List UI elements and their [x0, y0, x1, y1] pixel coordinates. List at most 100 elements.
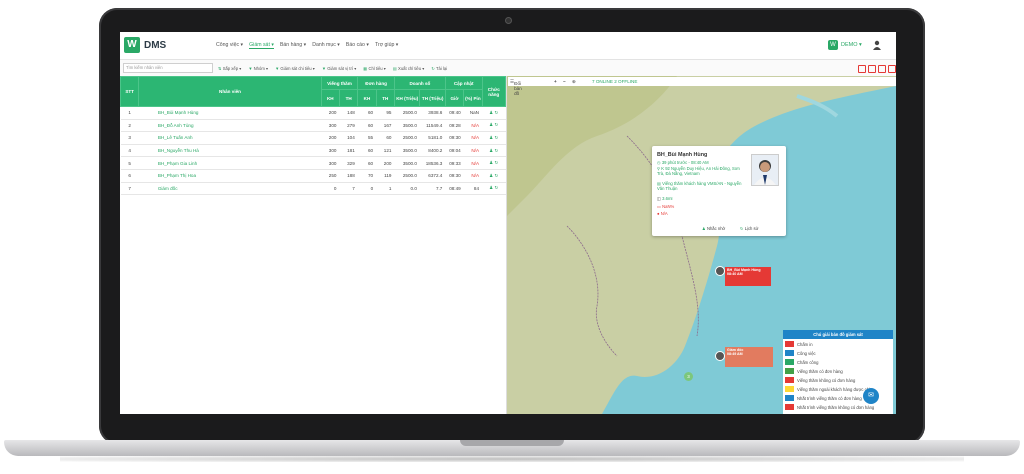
table-row[interactable]: 7 Giám đốc 0 7 0 1 0.0 7.7 08:49 84 ♟ ↻ [120, 182, 506, 196]
monitor-kpi-button[interactable]: ▼ Giám sát chi tiêu ▾ [275, 66, 315, 71]
legend-swatch [785, 377, 794, 383]
menu-item-cong-viec[interactable]: Công việc ▾ [216, 42, 243, 49]
cell-stt: 3 [120, 131, 139, 145]
legend-swatch [785, 350, 794, 356]
legend-item: Công việc [785, 350, 816, 356]
demo-logo-icon[interactable]: W [828, 40, 838, 50]
col-revenue: Doanh số [393, 76, 446, 90]
cell-r-th: 3938.6 [419, 106, 446, 120]
popup-distance: ◫ 3.6mI [657, 196, 673, 201]
row-actions[interactable]: ♟ ↻ [482, 169, 506, 183]
locate-button[interactable]: ⊕ [572, 79, 576, 85]
demo-user-menu[interactable]: DEMO ▾ [841, 42, 862, 48]
table-row[interactable]: 3 BH_Lê Tuấn Anh 200 104 55 60 2500.0 5181.0 09:… [120, 131, 506, 145]
cell-r-kh: 2500.0 [394, 131, 420, 145]
kpi-button[interactable]: ▦ Chỉ tiêu ▾ [363, 66, 386, 71]
history-icon[interactable]: ↻ [495, 185, 499, 190]
bell-icon[interactable]: ♟ [489, 148, 493, 153]
table-row[interactable]: 4 BH_Nguyễn Thu Hà 300 181 60 121 3500.0 8400.2… [120, 144, 506, 158]
document-icon: ▤ [392, 66, 397, 71]
employee-photo [751, 154, 779, 186]
cell-name[interactable]: BH_Lê Tuấn Anh [138, 131, 322, 145]
cell-v-th: 7 [339, 182, 358, 196]
history-icon[interactable]: ↻ [495, 135, 499, 140]
map-panel[interactable]: ☰ Đổi bản đồ + − ⊕ 7 ONLINE 2 OFFLINE BH… [507, 76, 896, 414]
row-actions[interactable]: ♟ ↻ [482, 131, 506, 145]
cell-name[interactable]: BH_Phạm Gia Linh [138, 156, 322, 170]
list-view-icon[interactable] [888, 65, 896, 73]
bell-icon[interactable]: ♟ [489, 110, 493, 115]
zoom-out-button[interactable]: − [563, 79, 566, 84]
marker-label-1[interactable]: BH_Bùi Mạnh Hùng 08:40 AM [725, 267, 771, 286]
zoom-in-button[interactable]: + [554, 79, 557, 84]
grid-view-icon[interactable] [858, 65, 866, 73]
table-row[interactable]: 5 BH_Phạm Gia Linh 300 329 60 200 3500.0 18536.… [120, 156, 506, 170]
cell-v-kh: 300 [321, 119, 340, 133]
menu-item-bao-cao[interactable]: Báo cáo ▾ [346, 42, 369, 49]
row-actions[interactable]: ♟ ↻ [482, 144, 506, 158]
map-view-icon[interactable] [878, 65, 886, 73]
chat-button[interactable]: ✉ [863, 388, 879, 404]
table-row[interactable]: 6 BH_Phạm Thị Hoa 250 188 70 119 2500.0 6372.4 0… [120, 169, 506, 183]
marker-label-2[interactable]: Giám đốc 08:49 AM [725, 347, 773, 367]
cell-r-th: 8400.2 [419, 144, 446, 158]
history-icon[interactable]: ↻ [495, 110, 499, 115]
legend-item: Chấm in [785, 341, 813, 347]
history-icon[interactable]: ↻ [495, 160, 499, 165]
cell-name[interactable]: BH_Bùi Mạnh Hùng [138, 106, 322, 120]
search-input[interactable]: Tìm kiếm nhân viên [123, 63, 213, 73]
history-icon[interactable]: ↻ [495, 122, 499, 127]
export-kpi-button[interactable]: ▤ Xuất chỉ tiêu ▾ [393, 66, 424, 71]
popup-visit-link[interactable]: ▤ Viếng thăm khách hàng VMS/AN - Nguyễn … [657, 181, 745, 191]
menu-item-danh-muc[interactable]: Danh mục ▾ [312, 42, 340, 49]
menu-item-giam-sat[interactable]: Giám sát ▾ [249, 42, 274, 49]
logo-icon[interactable]: W [124, 37, 140, 53]
legend-swatch [785, 359, 794, 365]
cell-v-kh: 200 [321, 131, 340, 145]
cell-v-th: 279 [339, 119, 358, 133]
cell-name[interactable]: BH_Nguyễn Thu Hà [138, 144, 322, 158]
cell-r-kh: 2500.0 [394, 169, 420, 183]
user-avatar-icon[interactable] [872, 40, 882, 50]
cell-r-th: 5181.0 [419, 131, 446, 145]
cell-o-th: 121 [376, 144, 395, 158]
legend-label: Viếng thăm ngoài khách hàng được chia [797, 386, 873, 392]
col-updated: Cập nhật [444, 76, 483, 90]
table-row[interactable]: 2 BH_Đỗ Anh Tùng 300 279 60 167 3500.0 11549.4 0… [120, 119, 506, 133]
bell-icon[interactable]: ♟ [489, 185, 493, 190]
employee-marker-1[interactable] [715, 266, 725, 276]
bell-icon[interactable]: ♟ [489, 135, 493, 140]
cell-name[interactable]: BH_Phạm Thị Hoa [138, 169, 322, 183]
cell-stt: 1 [120, 106, 139, 120]
bell-icon[interactable]: ♟ [489, 160, 493, 165]
legend-item: Nhắt trình viếng thăm không có đơn hàng [785, 404, 874, 410]
map-switch-button[interactable]: ☰ Đổi bản đồ [510, 79, 522, 96]
cell-v-th: 148 [339, 106, 358, 120]
employee-table: STT Nhân viên Viếng thăm Đơn hàng Doanh … [120, 76, 507, 196]
cell-name[interactable]: BH_Đỗ Anh Tùng [138, 119, 322, 133]
row-actions[interactable]: ♟ ↻ [482, 156, 506, 170]
cell-name[interactable]: Giám đốc [138, 182, 322, 196]
history-icon[interactable]: ↻ [495, 148, 499, 153]
legend-label: Công việc [797, 350, 816, 356]
reload-button[interactable]: ↻ Tải lại [431, 66, 447, 71]
menu-item-tro-giup[interactable]: Trợ giúp ▾ [375, 42, 398, 49]
sort-button[interactable]: ⇅ Sắp xếp ▾ [218, 66, 241, 71]
group-filter-button[interactable]: ▼ Nhóm ▾ [248, 66, 268, 71]
menu-item-ban-hang[interactable]: Bán hàng ▾ [280, 42, 306, 49]
row-actions[interactable]: ♟ ↻ [482, 182, 506, 196]
remind-button[interactable]: ♟ Nhắc nhở [702, 226, 725, 231]
row-actions[interactable]: ♟ ↻ [482, 106, 506, 120]
monitor-position-button[interactable]: ▼ Giám sát vị trí ▾ [322, 66, 356, 71]
history-button[interactable]: ↻ Lịch sử [740, 226, 758, 231]
bell-icon[interactable]: ♟ [489, 122, 493, 127]
legend-item: Viếng thăm có đơn hàng [785, 368, 843, 374]
bell-icon[interactable]: ♟ [489, 173, 493, 178]
table-row[interactable]: 1 BH_Bùi Mạnh Hùng 200 148 60 95 2500.0 3938.6 0… [120, 106, 506, 120]
history-icon[interactable]: ↻ [495, 173, 499, 178]
cluster-marker[interactable]: 3 [684, 372, 693, 381]
split-view-icon[interactable] [868, 65, 876, 73]
employee-marker-2[interactable] [715, 351, 725, 361]
row-actions[interactable]: ♟ ↻ [482, 119, 506, 133]
cell-o-th: 119 [376, 169, 395, 183]
